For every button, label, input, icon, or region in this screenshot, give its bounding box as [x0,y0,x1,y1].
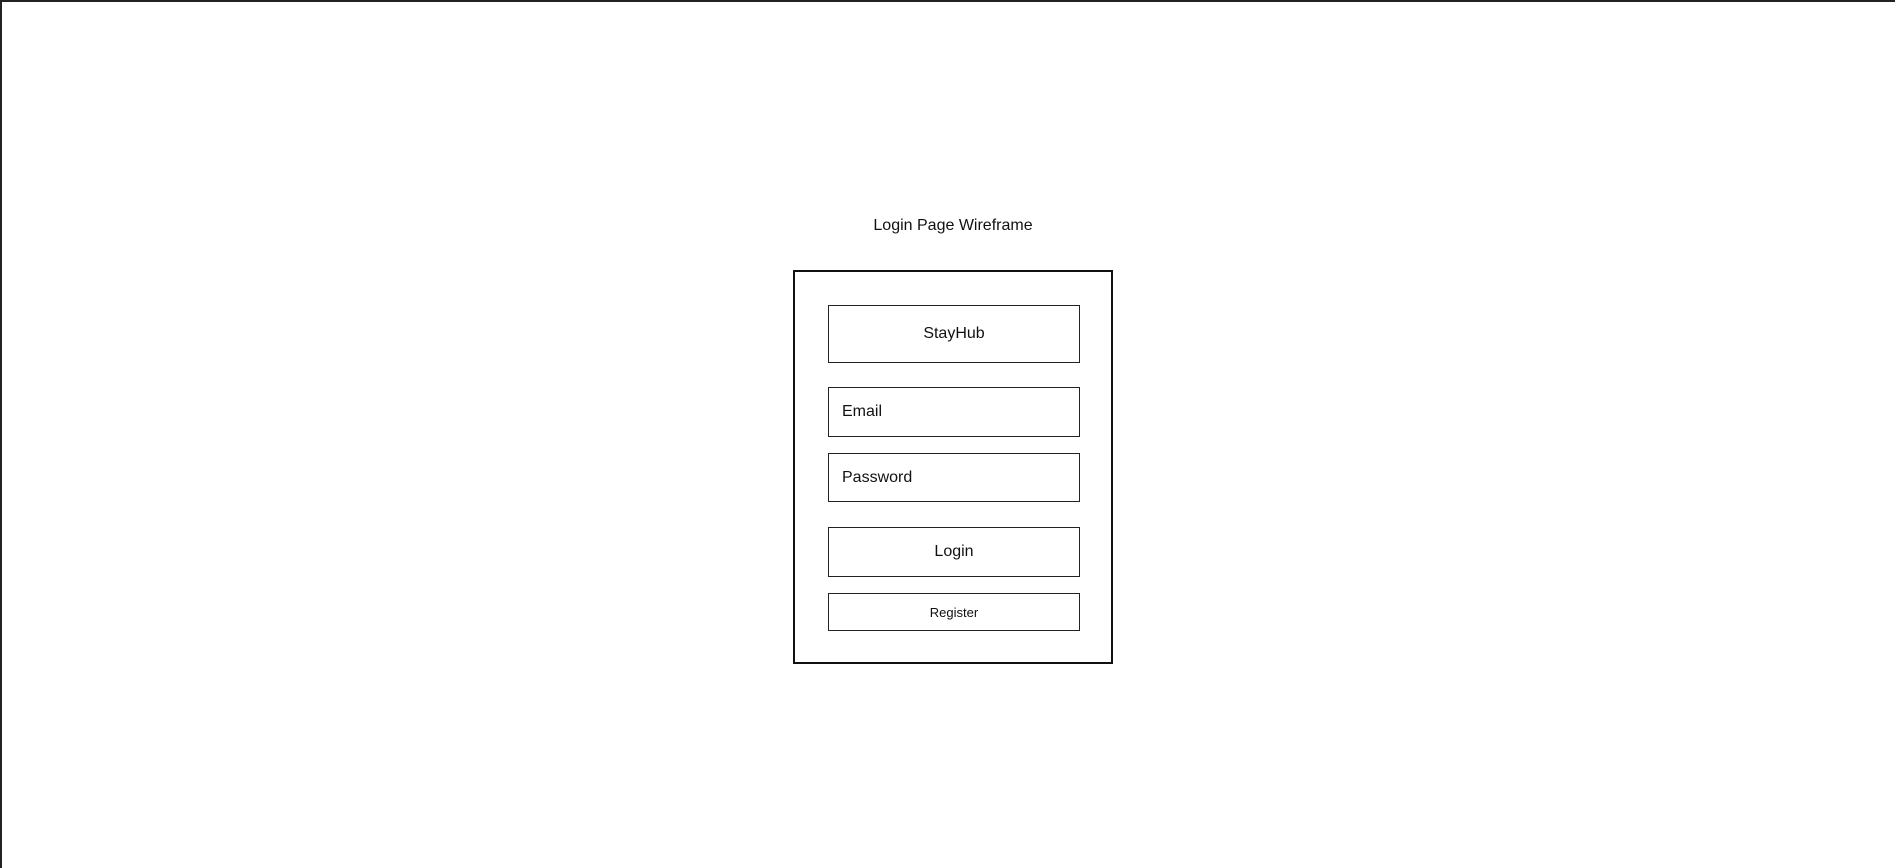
wireframe-canvas: Login Page Wireframe StayHub Email Passw… [0,0,1895,868]
page-title: Login Page Wireframe [873,217,1033,234]
register-button-label: Register [929,604,979,620]
password-field-label: Password [842,468,913,486]
password-field[interactable]: Password [828,453,1080,502]
login-panel: StayHub Email Password Login Register [793,270,1113,664]
register-button[interactable]: Register [828,593,1080,631]
login-button-label: Login [934,543,974,560]
login-button[interactable]: Login [828,527,1080,577]
email-field-label: Email [842,403,883,420]
brand-logo-box: StayHub [828,305,1080,363]
email-field[interactable]: Email [828,387,1080,437]
